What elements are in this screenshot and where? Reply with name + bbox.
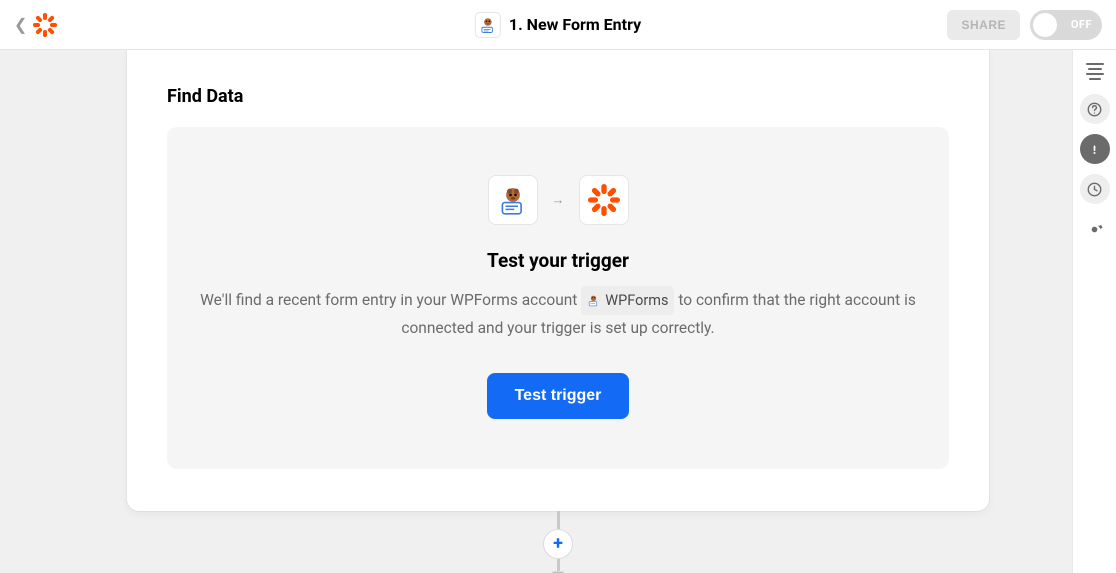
arrow-icon: → [552, 192, 565, 208]
zapier-logo-icon[interactable] [33, 13, 57, 37]
history-icon[interactable] [1080, 174, 1110, 204]
wpforms-icon [475, 12, 501, 38]
test-trigger-button[interactable]: Test trigger [487, 373, 630, 419]
connector: + ▼ [543, 511, 573, 573]
canvas-area: Find Data [0, 50, 1116, 573]
header-title-wrap: 1. New Form Entry [475, 12, 641, 38]
publish-toggle[interactable]: OFF [1030, 10, 1102, 40]
step-card: Find Data [127, 50, 989, 511]
top-bar-right: SHARE OFF [947, 10, 1102, 40]
test-heading: Test your trigger [487, 249, 629, 272]
alert-icon[interactable] [1080, 134, 1110, 164]
top-bar: ❮ 1. [0, 0, 1116, 50]
wpforms-inline-chip: WPForms [581, 286, 674, 315]
share-button[interactable]: SHARE [947, 10, 1020, 40]
section-title: Find Data [167, 86, 949, 107]
connector-line [557, 511, 560, 529]
app-icon-row: → [488, 175, 629, 225]
toggle-label: OFF [1071, 18, 1092, 31]
plus-icon: + [553, 533, 563, 554]
help-icon[interactable] [1080, 94, 1110, 124]
toggle-knob [1033, 13, 1057, 37]
desc-part1: We'll find a recent form entry in your W… [200, 291, 581, 309]
wpforms-app-tile [488, 175, 538, 225]
workspace: Find Data [0, 50, 1116, 573]
add-step-button[interactable]: + [543, 529, 573, 559]
test-trigger-panel: → [167, 127, 949, 469]
page-title: 1. New Form Entry [509, 15, 641, 34]
right-utility-rail [1072, 50, 1116, 573]
test-description: We'll find a recent form entry in your W… [199, 286, 917, 343]
settings-icon[interactable] [1080, 214, 1110, 244]
zapier-app-tile [579, 175, 629, 225]
back-chevron-icon[interactable]: ❮ [14, 15, 27, 34]
chip-label: WPForms [605, 288, 668, 313]
outline-icon[interactable] [1080, 62, 1110, 84]
